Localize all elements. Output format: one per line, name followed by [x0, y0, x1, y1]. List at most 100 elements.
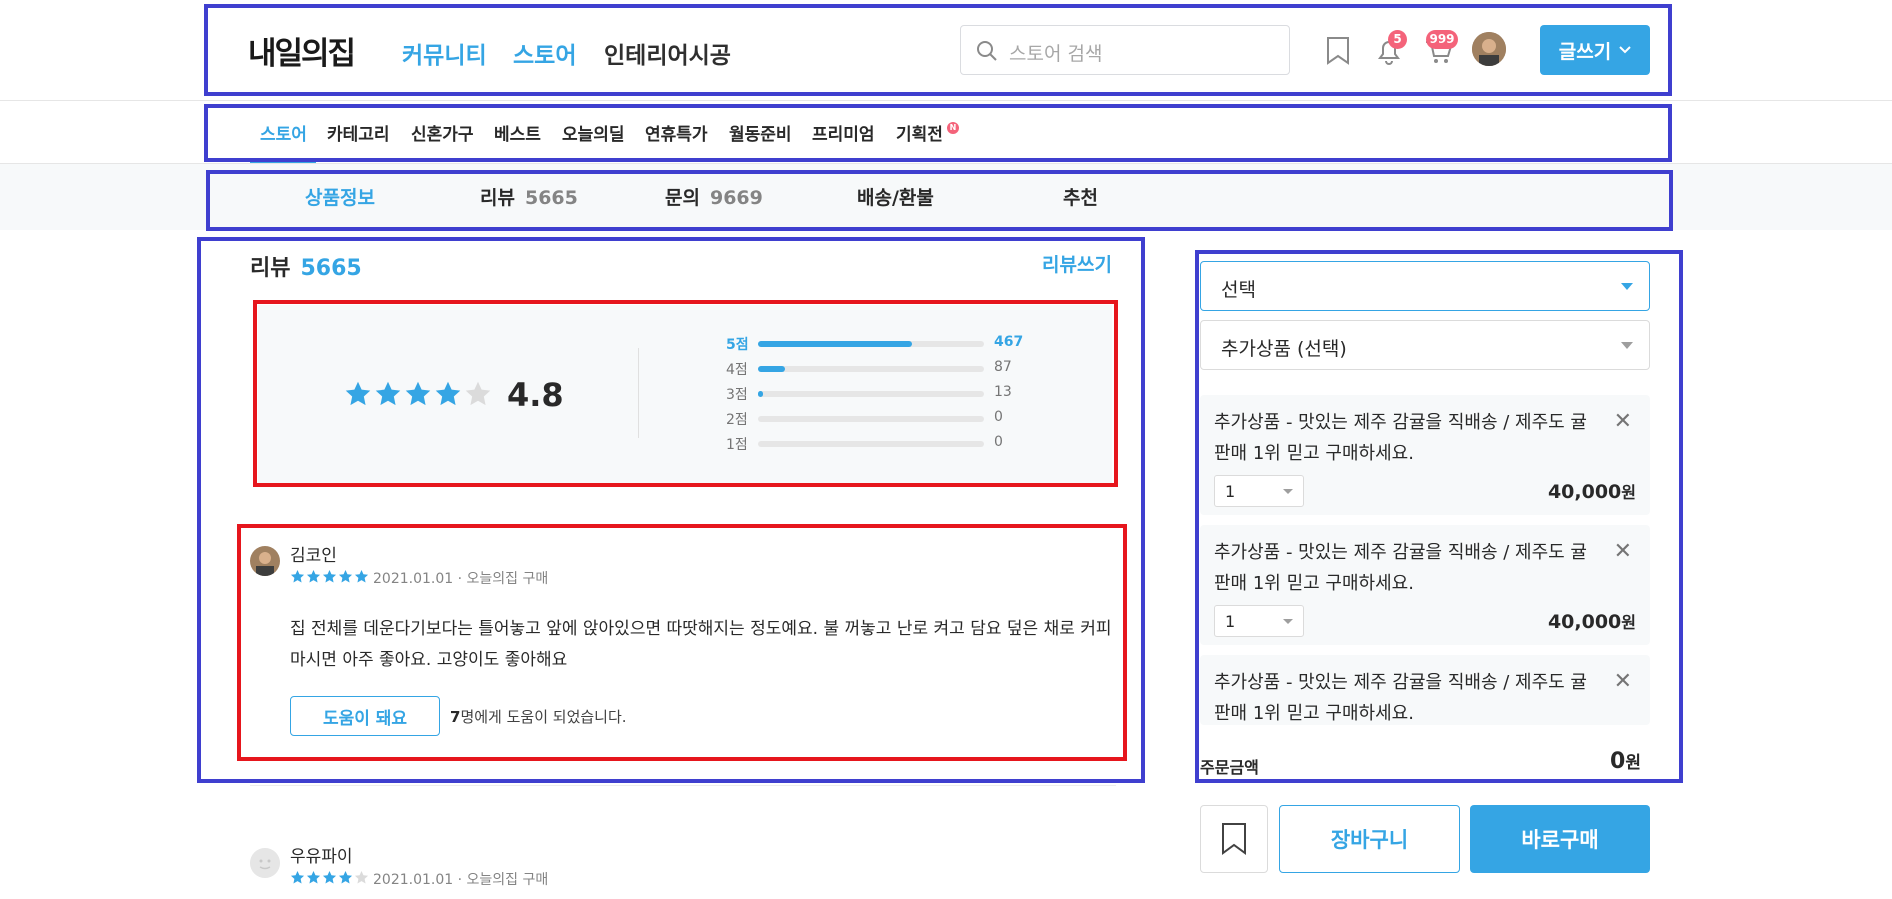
subnav-best[interactable]: 베스트	[494, 120, 541, 145]
bookmark-icon	[1222, 823, 1246, 855]
cart-badge: 999	[1426, 30, 1458, 49]
option-select[interactable]: 선택	[1200, 261, 1650, 311]
helpful-suffix: 명에게 도움이 되었습니다.	[460, 708, 627, 726]
price-unit: 원	[1621, 613, 1636, 632]
average-rating: 4.8	[507, 376, 564, 414]
notification-badge: 5	[1388, 30, 1407, 49]
star-filled-icon	[405, 381, 431, 406]
selected-option-card: 추가상품 - 맛있는 제주 감귤을 직배송 / 제주도 귤 판매 1위 믿고 구…	[1200, 395, 1650, 515]
rating-bar-track	[758, 441, 984, 447]
caret-down-icon	[1283, 619, 1293, 624]
nav-store[interactable]: 스토어	[513, 36, 576, 70]
rating-bar-fill	[758, 391, 763, 397]
subnav-holiday-sale[interactable]: 연휴특가	[645, 120, 708, 145]
order-total-value: 0	[1610, 749, 1626, 774]
tab-reviews[interactable]: 리뷰 5665	[480, 183, 578, 210]
selected-option-card: 추가상품 - 맛있는 제주 감귤을 직배송 / 제주도 귤 판매 1위 믿고 구…	[1200, 525, 1650, 645]
caret-down-icon	[1621, 342, 1633, 349]
reviewer-name[interactable]: 우유파이	[290, 842, 353, 867]
rating-bar-fill	[758, 366, 786, 372]
helpful-count: 7	[450, 708, 461, 726]
search-box[interactable]: 스토어 검색	[960, 25, 1290, 75]
header-divider	[0, 100, 1892, 101]
order-total-unit: 원	[1625, 753, 1641, 773]
rating-bar-label: 3점	[726, 387, 748, 403]
rating-bar-track	[758, 341, 984, 347]
subnav-category[interactable]: 카테고리	[327, 120, 390, 145]
price-unit: 원	[1621, 483, 1636, 502]
search-input[interactable]: 스토어 검색	[1009, 39, 1102, 66]
tab-product-info[interactable]: 상품정보	[305, 183, 375, 210]
option-price: 40,000원	[1548, 479, 1636, 503]
rating-bar-count: 0	[994, 409, 1003, 425]
new-badge: N	[947, 122, 959, 134]
star-filled-icon	[435, 381, 461, 406]
star-filled-icon	[306, 870, 321, 884]
subnav-winter[interactable]: 월동준비	[729, 120, 792, 145]
price-amount: 40,000	[1547, 611, 1622, 633]
review-count: 5665	[300, 256, 362, 281]
tab-inquiries[interactable]: 문의 9669	[665, 183, 763, 210]
write-review-link[interactable]: 리뷰쓰기	[1042, 250, 1112, 277]
rating-bar-row: 3점 13	[726, 384, 1026, 404]
rating-bar-track	[758, 366, 984, 372]
rating-bar-track	[758, 391, 984, 397]
bookmark-icon[interactable]	[1325, 36, 1351, 66]
helpful-button[interactable]: 도움이 돼요	[290, 696, 440, 736]
logo[interactable]: 내일의집	[248, 28, 356, 73]
rating-bar-label: 2점	[726, 412, 748, 428]
reviewer-name[interactable]: 김코인	[290, 541, 337, 566]
product-tab-strip	[0, 164, 1892, 230]
nav-community[interactable]: 커뮤니티	[402, 36, 487, 70]
average-stars	[344, 380, 494, 412]
rating-bar-row: 2점 0	[726, 409, 1026, 429]
close-icon[interactable]: ✕	[1614, 411, 1632, 433]
tab-recommend[interactable]: 추천	[1063, 183, 1098, 210]
write-button[interactable]: 글쓰기	[1540, 25, 1650, 75]
subnav-exhibition[interactable]: 기획전	[896, 120, 943, 145]
quantity-select[interactable]: 1	[1214, 475, 1304, 507]
star-filled-icon	[375, 381, 401, 406]
star-filled-icon	[354, 569, 369, 583]
tab-label: 배송/환불	[857, 187, 934, 209]
review-heading: 리뷰 5665	[250, 250, 362, 282]
star-empty-icon	[354, 870, 369, 884]
buy-now-button[interactable]: 바로구매	[1470, 805, 1650, 873]
rating-bar-count: 467	[994, 334, 1024, 350]
close-icon[interactable]: ✕	[1614, 671, 1632, 693]
rating-bar-track	[758, 416, 984, 422]
quantity-select[interactable]: 1	[1214, 605, 1304, 637]
option-name: 추가상품 - 맛있는 제주 감귤을 직배송 / 제주도 귤 판매 1위 믿고 구…	[1214, 672, 1587, 724]
rating-bar-row: 5점 467	[726, 334, 1026, 354]
star-filled-icon	[290, 870, 305, 884]
reviewer-avatar[interactable]	[250, 848, 280, 878]
avatar[interactable]	[1472, 32, 1506, 66]
caret-down-icon	[1621, 283, 1633, 290]
avatar-photo	[1472, 32, 1506, 66]
nav-interior[interactable]: 인테리어시공	[604, 36, 731, 70]
addon-select[interactable]: 추가상품 (선택)	[1200, 320, 1650, 370]
subnav-newlywed[interactable]: 신혼가구	[411, 120, 474, 145]
rating-bar-row: 4점 87	[726, 359, 1026, 379]
review-stars	[290, 870, 370, 889]
quantity-value: 1	[1225, 482, 1236, 501]
price-amount: 40,000	[1547, 481, 1622, 503]
subnav-store[interactable]: 스토어	[260, 120, 307, 145]
close-icon[interactable]: ✕	[1614, 541, 1632, 563]
option-name: 추가상품 - 맛있는 제주 감귤을 직배송 / 제주도 귤 판매 1위 믿고 구…	[1214, 412, 1587, 464]
star-filled-icon	[338, 569, 353, 583]
subnav-premium[interactable]: 프리미엄	[812, 120, 875, 145]
bookmark-button[interactable]	[1200, 805, 1268, 873]
star-filled-icon	[338, 870, 353, 884]
chevron-down-icon	[1619, 46, 1631, 54]
subnav-todays-deal[interactable]: 오늘의딜	[562, 120, 625, 145]
review-heading-label: 리뷰	[250, 256, 291, 281]
rating-bar-label: 4점	[726, 362, 748, 378]
tab-shipping[interactable]: 배송/환불	[857, 183, 934, 210]
reviewer-avatar[interactable]	[250, 546, 280, 576]
default-avatar-icon	[250, 848, 280, 878]
star-empty-icon	[465, 381, 491, 406]
add-to-cart-button[interactable]: 장바구니	[1279, 805, 1460, 873]
review-body: 집 전체를 데운다기보다는 틀어놓고 앞에 앉아있으면 따땃해지는 정도예요. …	[290, 619, 1112, 670]
tab-count: 9669	[709, 187, 763, 209]
